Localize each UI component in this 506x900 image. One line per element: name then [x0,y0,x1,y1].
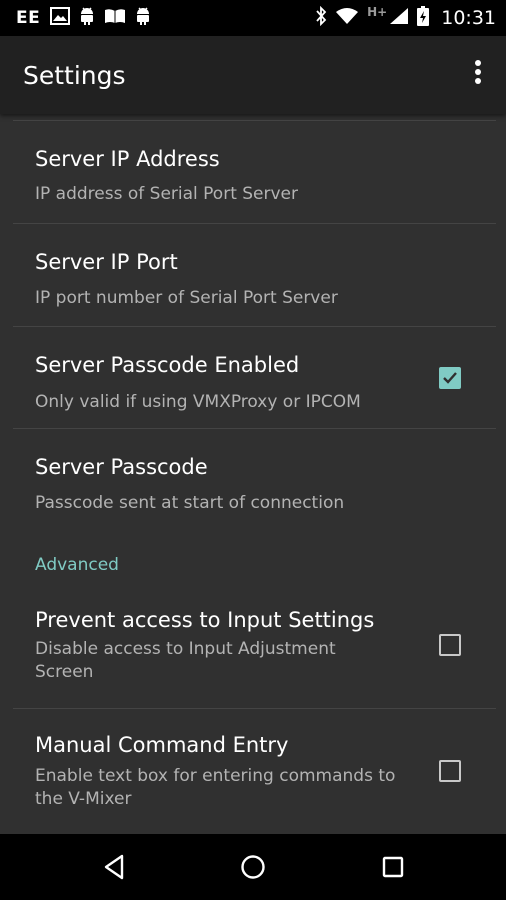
pref-summary: Only valid if using VMXProxy or IPCOM [35,392,361,412]
status-bar: EE H+ 10:31 [0,0,506,36]
clock: 10:31 [441,7,496,29]
signal-icon [389,7,409,29]
prevent-input-settings-checkbox[interactable] [439,634,461,656]
back-icon[interactable] [74,834,154,900]
page-title: Settings [23,61,126,90]
network-type-label: H+ [367,5,388,19]
recents-icon[interactable] [353,834,433,900]
pref-title: Manual Command Entry [35,733,289,757]
pref-summary: Passcode sent at start of connection [35,493,345,513]
wifi-icon [335,7,359,29]
pref-summary-line2: Screen [35,662,94,682]
android-icon [78,6,96,30]
manual-command-entry-checkbox[interactable] [439,760,461,782]
android-icon [134,6,152,30]
category-header-advanced: Advanced [35,555,119,575]
status-bar-left: EE [16,0,152,36]
more-vert-icon[interactable] [466,60,490,90]
pref-title: Server Passcode Enabled [35,353,300,377]
pref-manual-command-entry[interactable]: Manual Command Entry Enable text box for… [0,709,506,834]
pref-prevent-input-settings[interactable]: Prevent access to Input Settings Disable… [0,584,506,708]
pref-title: Prevent access to Input Settings [35,608,375,632]
bluetooth-icon [315,5,327,30]
image-icon [50,7,71,29]
settings-list: Server IP Address IP address of Serial P… [0,114,506,834]
pref-server-ip-address[interactable]: Server IP Address IP address of Serial P… [0,121,506,223]
carrier-label: EE [16,8,41,28]
pref-title: Server IP Address [35,147,220,171]
nav-bar [0,834,506,900]
pref-title: Server Passcode [35,455,208,479]
status-bar-right: H+ 10:31 [315,0,496,36]
passcode-enabled-checkbox[interactable] [439,367,461,389]
pref-summary: IP port number of Serial Port Server [35,288,338,308]
pref-summary-line1: Enable text box for entering commands to [35,766,396,786]
battery-icon [417,6,430,30]
pref-server-passcode-enabled[interactable]: Server Passcode Enabled Only valid if us… [0,327,506,429]
pref-title: Server IP Port [35,250,178,274]
pref-server-ip-port[interactable]: Server IP Port IP port number of Serial … [0,224,506,326]
pref-summary-line1: Disable access to Input Adjustment [35,639,336,659]
book-icon [104,7,126,29]
home-icon[interactable] [213,834,293,900]
pref-summary-line2: the V-Mixer [35,789,132,809]
pref-summary: IP address of Serial Port Server [35,184,299,204]
app-bar: Settings [0,36,506,114]
pref-server-passcode[interactable]: Server Passcode Passcode sent at start o… [0,429,506,531]
